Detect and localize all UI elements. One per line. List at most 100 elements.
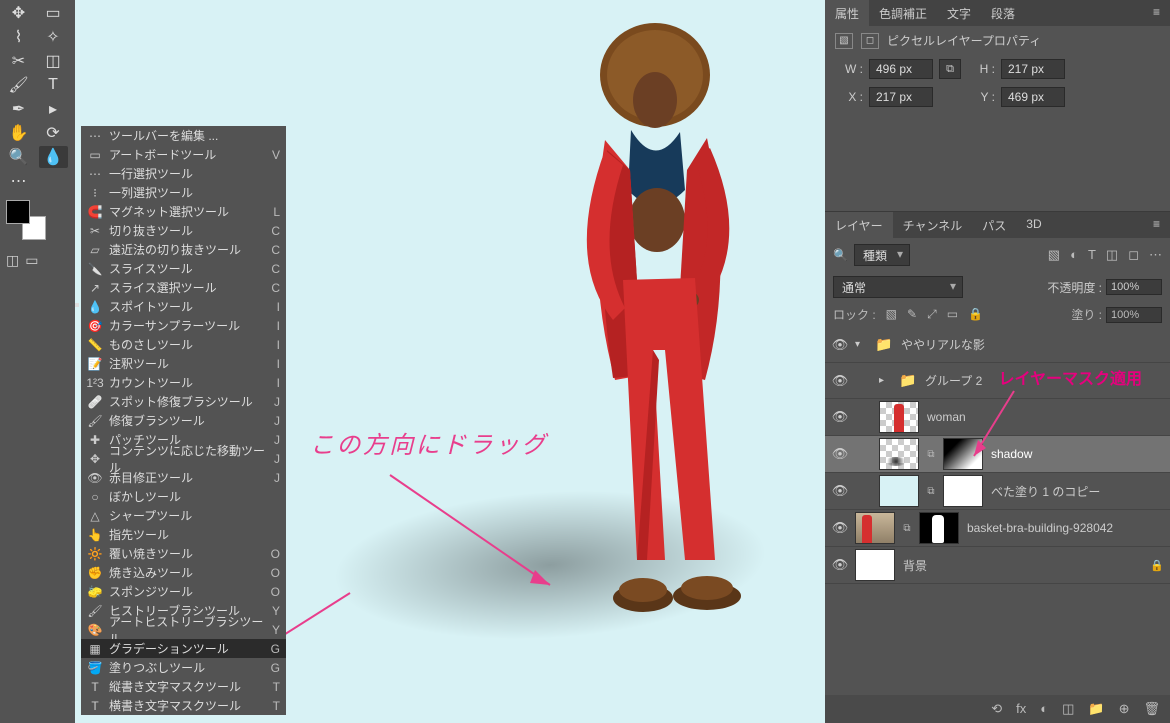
flyout-item-19[interactable]: △シャープツール — [81, 506, 286, 525]
flyout-item-1[interactable]: ⋯一行選択ツール — [81, 164, 286, 183]
x-field[interactable]: 217 px — [869, 87, 933, 107]
flyout-item-7[interactable]: ↗スライス選択ツールC — [81, 278, 286, 297]
zoom-tool-icon[interactable]: 🔍 — [4, 146, 33, 168]
kind-filter-icon-4[interactable]: ◻ — [1128, 247, 1139, 263]
layer-thumb[interactable] — [879, 475, 919, 507]
move-tool-icon[interactable]: ✥ — [4, 2, 33, 24]
layer-thumb[interactable] — [879, 401, 919, 433]
visibility-icon[interactable]: 👁 — [831, 520, 849, 536]
layer-row-4[interactable]: 👁⧉べた塗り 1 のコピー — [825, 473, 1170, 510]
kind-filter-icon-1[interactable]: ◐ — [1070, 247, 1078, 263]
lock-icon-1[interactable]: ✎ — [907, 307, 917, 322]
lock-icon-0[interactable]: ▧ — [886, 307, 897, 322]
layers-foot-icon-4[interactable]: 📁 — [1088, 701, 1104, 717]
fill-field[interactable]: 100% — [1106, 307, 1162, 323]
flyout-item-5[interactable]: ▱遠近法の切り抜きツールC — [81, 240, 286, 259]
kind-filter[interactable]: 種類 — [854, 244, 910, 266]
wand-tool-icon[interactable]: ✧ — [39, 26, 68, 48]
y-field[interactable]: 469 px — [1001, 87, 1065, 107]
flyout-header[interactable]: ⋯ ツールバーを編集 ... — [81, 126, 286, 145]
tab-layers[interactable]: レイヤー — [825, 212, 893, 238]
flyout-item-29[interactable]: T横書き文字マスクツールT — [81, 696, 286, 715]
flyout-item-25[interactable]: 🎨アートヒストリーブラシツールY — [81, 620, 286, 639]
rotate-tool-icon[interactable]: ⟳ — [39, 122, 68, 144]
width-field[interactable]: 496 px — [869, 59, 933, 79]
kind-filter-icon-2[interactable]: T — [1088, 247, 1096, 263]
tab-character[interactable]: 文字 — [937, 0, 981, 26]
flyout-item-4[interactable]: ✂切り抜きツールC — [81, 221, 286, 240]
flyout-item-12[interactable]: 1²3カウントツールI — [81, 373, 286, 392]
visibility-icon[interactable]: 👁 — [831, 373, 849, 389]
flyout-item-0[interactable]: ▭アートボードツールV — [81, 145, 286, 164]
flyout-item-2[interactable]: ⁝一列選択ツール — [81, 183, 286, 202]
kind-filter-icon-3[interactable]: ◫ — [1106, 247, 1118, 263]
flyout-item-18[interactable]: ○ぼかしツール — [81, 487, 286, 506]
tab-3d[interactable]: 3D — [1016, 212, 1051, 238]
hand-tool-icon[interactable]: ✋ — [4, 122, 33, 144]
layers-foot-icon-3[interactable]: ◫ — [1062, 701, 1074, 717]
color-swatch[interactable] — [6, 200, 46, 240]
layer-thumb[interactable] — [855, 512, 895, 544]
layer-thumb[interactable] — [855, 549, 895, 581]
flyout-item-20[interactable]: 👆指先ツール — [81, 525, 286, 544]
visibility-icon[interactable]: 👁 — [831, 409, 849, 425]
flyout-item-10[interactable]: 📏ものさしツールI — [81, 335, 286, 354]
lasso-tool-icon[interactable]: ⌇ — [4, 26, 33, 48]
layers-foot-icon-0[interactable]: ⟲ — [991, 701, 1002, 717]
flyout-item-6[interactable]: 🔪スライスツールC — [81, 259, 286, 278]
tab-adjustments[interactable]: 色調補正 — [869, 0, 937, 26]
marquee-tool-icon[interactable]: ▭ — [39, 2, 68, 24]
quickmask-icon[interactable]: ◫ — [6, 252, 19, 269]
flyout-item-14[interactable]: 🖌修復ブラシツールJ — [81, 411, 286, 430]
path-select-tool-icon[interactable]: ▸ — [39, 98, 68, 120]
layers-foot-icon-6[interactable]: 🗑 — [1143, 701, 1160, 717]
screenmode-icon[interactable]: ▭ — [25, 252, 38, 269]
layers-foot-icon-1[interactable]: fx — [1016, 701, 1026, 717]
flyout-item-23[interactable]: 🧽スポンジツールO — [81, 582, 286, 601]
visibility-icon[interactable]: 👁 — [831, 557, 849, 573]
opacity-field[interactable]: 100% — [1106, 279, 1162, 295]
frame-tool-icon[interactable]: ◫ — [39, 50, 68, 72]
mask-thumb[interactable] — [919, 512, 959, 544]
tab-paths[interactable]: パス — [972, 212, 1016, 238]
flyout-item-9[interactable]: 🎯カラーサンプラーツールI — [81, 316, 286, 335]
layer-thumb[interactable] — [879, 438, 919, 470]
visibility-icon[interactable]: 👁 — [831, 483, 849, 499]
layer-row-5[interactable]: 👁⧉basket-bra-building-928042 — [825, 510, 1170, 547]
flyout-item-16[interactable]: ✥コンテンツに応じた移動ツールJ — [81, 449, 286, 468]
visibility-icon[interactable]: 👁 — [831, 337, 849, 353]
link-icon[interactable]: ⧉ — [925, 486, 937, 497]
link-icon[interactable]: ⧉ — [925, 449, 937, 460]
crop-tool-icon[interactable]: ✂ — [4, 50, 33, 72]
kind-filter-icon-0[interactable]: ▧ — [1048, 247, 1060, 263]
height-field[interactable]: 217 px — [1001, 59, 1065, 79]
type-tool-icon[interactable]: T — [39, 74, 68, 96]
search-icon[interactable]: 🔍 — [833, 248, 848, 262]
tab-properties[interactable]: 属性 — [825, 0, 869, 26]
flyout-item-13[interactable]: 🩹スポット修復ブラシツールJ — [81, 392, 286, 411]
layers-foot-icon-5[interactable]: ⊕ — [1119, 701, 1130, 717]
flyout-item-22[interactable]: ✊焼き込みツールO — [81, 563, 286, 582]
mask-thumb[interactable] — [943, 475, 983, 507]
more-tools-icon[interactable]: ⋯ — [4, 170, 33, 192]
layer-row-6[interactable]: 👁背景🔒 — [825, 547, 1170, 584]
tab-channels[interactable]: チャンネル — [893, 212, 973, 238]
lock-icon-4[interactable]: 🔒 — [968, 307, 983, 322]
flyout-item-28[interactable]: T縦書き文字マスクツールT — [81, 677, 286, 696]
flyout-item-27[interactable]: 🪣塗りつぶしツールG — [81, 658, 286, 677]
brush-tool-icon[interactable]: 🖌 — [4, 74, 33, 96]
link-wh-icon[interactable]: ⧉ — [939, 59, 961, 79]
pen-tool-icon[interactable]: ✒ — [4, 98, 33, 120]
layer-row-0[interactable]: 👁▾📁ややリアルな影 — [825, 327, 1170, 363]
flyout-item-26[interactable]: ▦グラデーションツールG — [81, 639, 286, 658]
lock-icon-3[interactable]: ▭ — [947, 307, 958, 322]
panel-menu-icon[interactable]: ≡ — [1143, 0, 1170, 26]
tab-paragraph[interactable]: 段落 — [981, 0, 1025, 26]
eyedropper-tool-icon[interactable]: 💧 — [39, 146, 68, 168]
lock-icon-2[interactable]: ⤢ — [927, 307, 937, 322]
flyout-item-8[interactable]: 💧スポイトツールI — [81, 297, 286, 316]
layers-foot-icon-2[interactable]: ◐ — [1040, 701, 1048, 717]
flyout-item-21[interactable]: 🔆覆い焼きツールO — [81, 544, 286, 563]
flyout-item-11[interactable]: 📝注釈ツールI — [81, 354, 286, 373]
visibility-icon[interactable]: 👁 — [831, 446, 849, 462]
